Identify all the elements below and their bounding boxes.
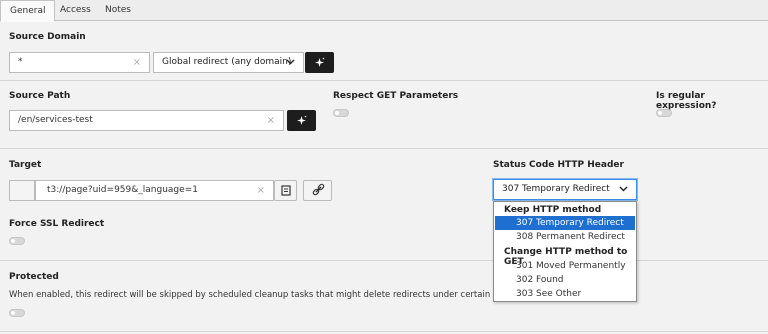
domain-select-value: Global redirect (any domain) [162,57,292,67]
status-code-value: 307 Temporary Redirect [502,184,610,194]
regex-label: Is regular expression? [656,91,717,111]
divider [0,148,768,149]
respect-get-toggle[interactable] [333,109,349,117]
chevron-down-icon [286,53,295,72]
link-icon [312,183,325,196]
force-ssl-toggle[interactable] [9,237,25,245]
dropdown-option[interactable]: 303 See Other [495,287,635,301]
protected-label: Protected [9,272,59,282]
tab-access[interactable]: Access [51,0,100,21]
divider [0,260,768,261]
target-value: t3://page?uid=959&_language=1 [47,185,198,195]
status-code-select[interactable]: 307 Temporary Redirect [493,179,637,200]
magic-wand-icon [297,115,307,125]
magic-wand-icon [315,57,325,67]
respect-get-label: Respect GET Parameters [333,91,459,101]
link-browser-button[interactable] [303,180,332,201]
chevron-down-icon [619,180,628,199]
dropdown-option[interactable]: 301 Moved Permanently [495,259,635,273]
source-path-value: /en/services-test [18,115,93,125]
dropdown-option[interactable]: 308 Permanent Redirect [495,230,635,244]
magic-wand-button-path[interactable] [287,110,316,131]
regex-toggle[interactable] [656,109,672,117]
magic-wand-button-domain[interactable] [305,52,334,73]
target-icon-box [9,180,35,201]
tab-general[interactable]: General [0,0,56,22]
source-path-input[interactable]: /en/services-test × [9,110,284,131]
target-label: Target [9,160,42,170]
source-domain-label: Source Domain [9,32,86,42]
clear-icon[interactable]: × [133,53,141,72]
clear-icon[interactable]: × [267,111,275,130]
tab-notes[interactable]: Notes [96,0,140,21]
status-code-label: Status Code HTTP Header [493,160,624,170]
status-code-dropdown: Keep HTTP method 307 Temporary Redirect … [493,201,637,302]
target-input[interactable]: t3://page?uid=959&_language=1 × [35,180,274,201]
protected-help-text: When enabled, this redirect will be skip… [9,290,520,300]
open-page-button[interactable] [274,180,297,201]
divider [0,331,768,332]
source-path-label: Source Path [9,91,71,101]
dropdown-group-keep: Keep HTTP method [504,205,602,215]
dropdown-option[interactable]: 307 Temporary Redirect [495,216,635,230]
dropdown-option[interactable]: 302 Found [495,273,635,287]
page-icon [281,185,291,196]
domain-select[interactable]: Global redirect (any domain) [153,52,304,73]
clear-icon[interactable]: × [257,181,265,200]
force-ssl-label: Force SSL Redirect [9,219,105,229]
tab-bar: General Access Notes [0,0,768,22]
divider [0,80,768,81]
protected-toggle[interactable] [9,309,25,317]
source-domain-value: * [18,57,23,67]
source-domain-input[interactable]: * × [9,52,150,73]
